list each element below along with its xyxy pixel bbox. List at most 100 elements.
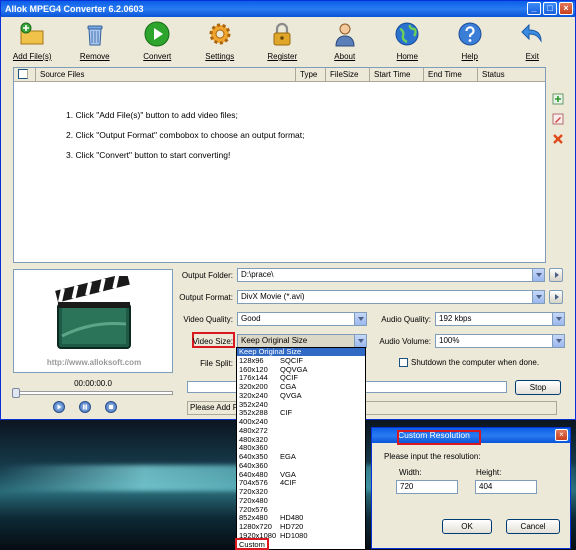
audio-quality-label: Audio Quality: <box>381 315 431 324</box>
column-end-time[interactable]: End Time <box>424 68 478 81</box>
dialog-close-button[interactable]: × <box>555 429 568 441</box>
title-bar: Allok MPEG4 Converter 6.2.0603 _ □ × <box>1 1 575 17</box>
column-type[interactable]: Type <box>296 68 326 81</box>
timecode: 00:00:00.0 <box>74 379 112 388</box>
chevron-down-icon[interactable] <box>532 291 544 303</box>
shutdown-checkbox[interactable] <box>399 358 408 367</box>
size-value: 720x480 <box>239 495 268 505</box>
video-size-dropdown-list[interactable]: Keep Original Size 128x96 SQCIF 160x120 QQVG… <box>236 347 366 550</box>
video-quality-select[interactable]: Good <box>237 312 367 326</box>
column-source-files[interactable]: Source Files <box>36 68 296 81</box>
add-folder-icon <box>20 22 44 45</box>
exit-button[interactable]: Exit <box>501 17 564 65</box>
close-button[interactable]: × <box>559 2 573 15</box>
settings-button[interactable]: Settings <box>189 17 252 65</box>
maximize-button[interactable]: □ <box>543 2 557 15</box>
instruction-line: 3. Click "Convert" button to start conve… <box>66 150 231 160</box>
size-name: HD720 <box>280 522 304 531</box>
convert-button[interactable]: Convert <box>126 17 189 65</box>
video-size-label: Video Size: <box>192 337 233 346</box>
custom-resolution-dialog: Custom Resolution × Please input the res… <box>371 427 571 549</box>
column-filesize[interactable]: FileSize <box>326 68 370 81</box>
delete-item-icon[interactable] <box>552 133 564 145</box>
size-value: 640x360 <box>239 460 268 470</box>
chevron-down-icon[interactable] <box>354 313 366 325</box>
remove-button[interactable]: Remove <box>64 17 127 65</box>
chevron-down-icon[interactable] <box>532 269 544 281</box>
instruction-line: 1. Click "Add File(s)" button to add vid… <box>66 110 238 120</box>
size-value: 720x576 <box>239 504 268 514</box>
format-options-button[interactable] <box>549 290 563 304</box>
browse-folder-button[interactable] <box>549 268 563 282</box>
stop-playback-button[interactable] <box>105 401 117 413</box>
file-list[interactable]: Source Files Type FileSize Start Time En… <box>13 67 546 263</box>
audio-volume-label: Audio Volume: <box>379 337 431 346</box>
chevron-down-icon[interactable] <box>552 335 564 347</box>
help-icon <box>458 22 482 46</box>
window-title: Allok MPEG4 Converter 6.2.0603 <box>5 4 144 14</box>
stop-icon <box>109 405 113 409</box>
toolbar: Add File(s) Remove Convert Settings Regi… <box>1 17 575 65</box>
dialog-prompt: Please input the resolution: <box>384 452 481 461</box>
lock-icon <box>273 22 291 46</box>
chevron-down-icon[interactable] <box>354 335 366 347</box>
instruction-line: 2. Click "Output Format" combobox to cho… <box>66 130 305 140</box>
home-button[interactable]: Home <box>376 17 439 65</box>
seek-slider[interactable] <box>12 388 173 398</box>
size-name: QCIF <box>280 373 298 383</box>
select-all-checkbox[interactable] <box>18 69 28 79</box>
video-size-select[interactable]: Keep Original Size <box>237 334 367 348</box>
about-button[interactable]: About <box>314 17 377 65</box>
column-start-time[interactable]: Start Time <box>370 68 424 81</box>
add-files-button[interactable]: Add File(s) <box>1 17 64 65</box>
pause-icon <box>83 404 87 410</box>
size-name: QQVGA <box>280 364 308 374</box>
side-toolbar <box>552 93 566 153</box>
shutdown-label: Shutdown the computer when done. <box>411 358 540 367</box>
size-name: CGA <box>280 382 297 391</box>
file-list-header: Source Files Type FileSize Start Time En… <box>14 68 545 82</box>
output-folder-label: Output Folder: <box>181 271 233 280</box>
size-name: SQCIF <box>280 355 303 365</box>
size-value: 400x240 <box>239 417 268 426</box>
exit-arrow-icon <box>521 23 542 43</box>
height-label: Height: <box>476 468 502 477</box>
height-input[interactable]: 404 <box>475 480 537 494</box>
play-icon <box>57 404 62 410</box>
highlight-box <box>397 430 481 445</box>
help-button[interactable]: Help <box>439 17 502 65</box>
edit-item-icon[interactable] <box>552 113 564 125</box>
ok-button[interactable]: OK <box>442 519 492 534</box>
size-name: VGA <box>280 469 296 479</box>
highlight-box <box>235 538 269 550</box>
pause-button[interactable] <box>79 401 91 413</box>
output-folder-field[interactable]: D:\prace\ <box>237 268 545 282</box>
size-value: 720x320 <box>239 487 268 496</box>
size-value: 480x272 <box>239 425 268 435</box>
size-name: 4CIF <box>280 478 297 488</box>
video-quality-label: Video Quality: <box>183 315 233 324</box>
size-value: 352x240 <box>239 399 268 409</box>
size-name: QVGA <box>280 390 302 400</box>
add-item-icon[interactable] <box>552 93 564 105</box>
size-value: Keep Original Size <box>239 347 302 356</box>
output-format-select[interactable]: DivX Movie (*.avi) <box>237 290 545 304</box>
cancel-button[interactable]: Cancel <box>506 519 560 534</box>
trash-icon <box>87 25 103 46</box>
seek-slider-thumb[interactable] <box>12 388 20 398</box>
play-icon <box>144 21 170 47</box>
stop-button[interactable]: Stop <box>515 380 561 395</box>
size-value: 480x320 <box>239 434 268 444</box>
size-value: 128x96 <box>239 355 264 365</box>
audio-quality-select[interactable]: 192 kbps <box>435 312 565 326</box>
register-button[interactable]: Register <box>251 17 314 65</box>
chevron-down-icon[interactable] <box>552 313 564 325</box>
play-button[interactable] <box>53 401 65 413</box>
audio-volume-select[interactable]: 100% <box>435 334 565 348</box>
minimize-button[interactable]: _ <box>527 2 541 15</box>
video-size-option[interactable]: 640x360 <box>237 460 365 470</box>
width-input[interactable]: 720 <box>396 480 458 494</box>
size-value: 480x360 <box>239 443 268 453</box>
website-url: http://www.alloksoft.com <box>46 358 142 367</box>
column-status[interactable]: Status <box>478 68 544 81</box>
